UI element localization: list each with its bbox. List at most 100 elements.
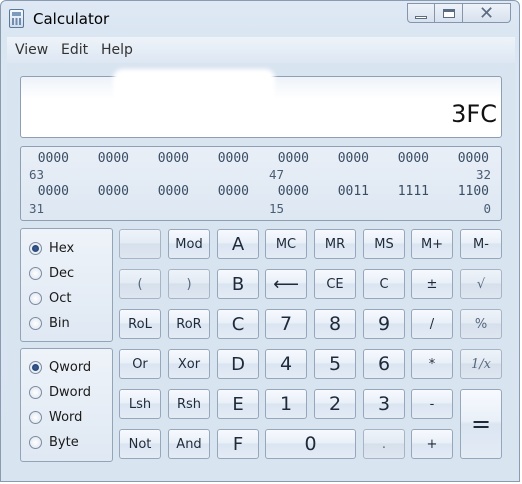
minimize-icon [415, 15, 427, 19]
radio-button[interactable] [29, 410, 42, 424]
bit-group[interactable]: 0000 [389, 151, 429, 166]
digit-2-button[interactable]: 2 [314, 389, 356, 419]
menu-edit[interactable]: Edit [61, 42, 88, 58]
radio-dec[interactable]: Dec [29, 264, 74, 282]
digit-6-button[interactable]: 6 [363, 349, 405, 379]
bit-group[interactable]: 0000 [329, 151, 369, 166]
bit-index: 15 [269, 201, 285, 216]
radio-button[interactable] [29, 266, 42, 280]
digit-4-button[interactable]: 4 [265, 349, 307, 379]
bit-group[interactable]: 0000 [449, 151, 489, 166]
window-title: Calculator [33, 10, 110, 28]
hex-a-button[interactable]: A [217, 229, 259, 259]
not-button[interactable]: Not [119, 429, 161, 459]
radio-hex[interactable]: Hex [29, 239, 74, 257]
radio-button[interactable] [29, 385, 42, 399]
radio-label: Dword [49, 384, 91, 400]
mod-button[interactable]: Mod [168, 229, 210, 259]
bit-group[interactable]: 0000 [269, 151, 309, 166]
xor-button[interactable]: Xor [168, 349, 210, 379]
hex-d-button[interactable]: D [217, 349, 259, 379]
rotate-left-button[interactable]: RoL [119, 309, 161, 339]
calculator-app-icon [9, 9, 24, 28]
bit-group[interactable]: 0011 [329, 184, 369, 199]
subtract-button[interactable]: - [411, 389, 453, 419]
bit-group[interactable]: 0000 [209, 151, 249, 166]
bit-index: 32 [475, 167, 491, 182]
radio-button[interactable] [29, 360, 42, 374]
blank-button [119, 229, 161, 259]
right-shift-button[interactable]: Rsh [168, 389, 210, 419]
bit-group[interactable]: 0000 [89, 184, 129, 199]
radio-label: Dec [49, 265, 75, 281]
bit-group[interactable]: 0000 [269, 184, 309, 199]
digit-8-button[interactable]: 8 [314, 309, 356, 339]
clear-entry-button[interactable]: CE [314, 269, 356, 299]
memory-add-button[interactable]: M+ [411, 229, 453, 259]
radio-button[interactable] [29, 316, 42, 330]
equals-button[interactable]: = [460, 389, 502, 459]
radio-byte[interactable]: Byte [29, 433, 79, 451]
minimize-button[interactable] [407, 3, 435, 23]
calculator-window: Calculator ✕ View Edit Help 3FC 0000 000… [0, 0, 520, 482]
digit-7-button[interactable]: 7 [265, 309, 307, 339]
bit-group[interactable]: 0000 [29, 184, 69, 199]
bit-index: 63 [29, 167, 45, 182]
memory-subtract-button[interactable]: M- [460, 229, 502, 259]
bit-row-upper: 0000 0000 0000 0000 0000 0000 0000 0000 [29, 151, 493, 167]
divide-button[interactable]: / [411, 309, 453, 339]
add-button[interactable]: + [411, 429, 453, 459]
bit-group[interactable]: 1100 [449, 184, 489, 199]
bit-group[interactable]: 0000 [149, 151, 189, 166]
digit-5-button[interactable]: 5 [314, 349, 356, 379]
expression-area [113, 69, 275, 103]
radio-button[interactable] [29, 435, 42, 449]
open-paren-button[interactable]: ( [119, 269, 161, 299]
title-bar[interactable]: Calculator ✕ [1, 1, 519, 37]
hex-e-button[interactable]: E [217, 389, 259, 419]
bit-group[interactable]: 1111 [389, 184, 429, 199]
radio-qword[interactable]: Qword [29, 358, 91, 376]
bit-index: 0 [483, 201, 491, 216]
radio-button[interactable] [29, 241, 42, 255]
digit-3-button[interactable]: 3 [363, 389, 405, 419]
rotate-right-button[interactable]: RoR [168, 309, 210, 339]
hex-c-button[interactable]: C [217, 309, 259, 339]
radio-bin[interactable]: Bin [29, 314, 70, 332]
memory-recall-button[interactable]: MR [314, 229, 356, 259]
hex-b-button[interactable]: B [217, 269, 259, 299]
digit-9-button[interactable]: 9 [363, 309, 405, 339]
digit-0-button[interactable]: 0 [265, 429, 356, 459]
radio-dword[interactable]: Dword [29, 383, 91, 401]
bit-index: 31 [29, 201, 45, 216]
radio-word[interactable]: Word [29, 408, 82, 426]
memory-clear-button[interactable]: MC [265, 229, 307, 259]
maximize-button[interactable] [435, 3, 463, 23]
bit-group[interactable]: 0000 [89, 151, 129, 166]
square-root-button[interactable]: √ [460, 269, 502, 299]
decimal-button[interactable]: . [363, 429, 405, 459]
reciprocal-button[interactable]: 1/x [460, 349, 502, 379]
clear-button[interactable]: C [363, 269, 405, 299]
left-shift-button[interactable]: Lsh [119, 389, 161, 419]
digit-1-button[interactable]: 1 [265, 389, 307, 419]
radio-button[interactable] [29, 291, 42, 305]
and-button[interactable]: And [168, 429, 210, 459]
multiply-button[interactable]: * [411, 349, 453, 379]
negate-button[interactable]: ± [411, 269, 453, 299]
menu-view[interactable]: View [15, 42, 48, 58]
percent-button[interactable]: % [460, 309, 502, 339]
or-button[interactable]: Or [119, 349, 161, 379]
close-paren-button[interactable]: ) [168, 269, 210, 299]
radio-label: Hex [49, 240, 75, 256]
backspace-button[interactable]: ⟵ [265, 269, 307, 299]
bit-group[interactable]: 0000 [209, 184, 249, 199]
bit-group[interactable]: 0000 [29, 151, 69, 166]
radio-label: Oct [49, 290, 72, 306]
memory-store-button[interactable]: MS [363, 229, 405, 259]
close-button[interactable]: ✕ [463, 3, 511, 24]
hex-f-button[interactable]: F [217, 429, 259, 459]
menu-help[interactable]: Help [101, 42, 133, 58]
radio-oct[interactable]: Oct [29, 289, 71, 307]
bit-group[interactable]: 0000 [149, 184, 189, 199]
